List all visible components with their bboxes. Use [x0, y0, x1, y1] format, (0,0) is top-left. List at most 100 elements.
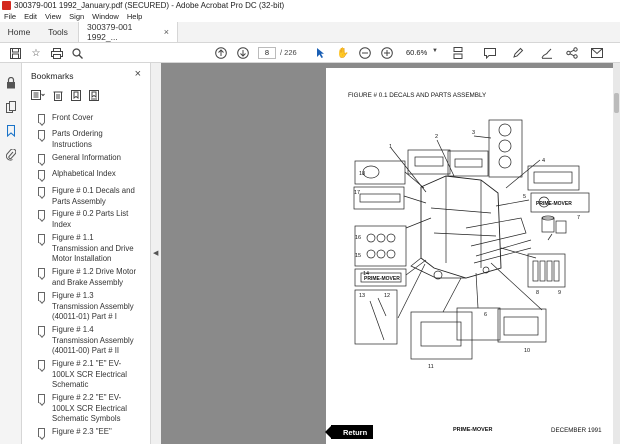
tab-tools[interactable]: Tools	[38, 22, 78, 42]
bookmark-label: Figure # 2.3 "EE"	[52, 427, 112, 436]
bookmark-star-icon[interactable]: ☆	[29, 46, 43, 60]
bookmark-label: Figure # 0.1 Decals and Parts Assembly	[52, 186, 135, 206]
callout-4: 4	[542, 158, 545, 164]
tab-document-label: 300379-001 1992_...	[87, 22, 133, 42]
document-viewer[interactable]: FIGURE # 0.1 DECALS AND PARTS ASSEMBLY 1…	[161, 63, 620, 444]
search-icon[interactable]	[70, 46, 84, 60]
bookmarks-panel-icon[interactable]	[5, 125, 17, 137]
tab-document[interactable]: 300379-001 1992_... ×	[78, 22, 178, 42]
bookmark-item[interactable]: Front Cover	[22, 113, 140, 129]
bookmark-label: Front Cover	[52, 113, 94, 122]
page-number-input[interactable]: 8	[258, 47, 276, 59]
next-page-icon[interactable]	[236, 46, 250, 60]
callout-5: 5	[523, 194, 526, 200]
bookmark-item[interactable]: Figure # 2.3 "EE"	[22, 427, 140, 439]
tab-home-label: Home	[7, 27, 31, 37]
bookmarks-title: Bookmarks	[31, 71, 74, 81]
bookmark-item[interactable]: Figure # 1.2 Drive Motor and Brake Assem…	[22, 267, 140, 291]
decal-brand-text: PRIME-MOVER	[536, 201, 572, 207]
scrollbar-thumb[interactable]	[614, 93, 619, 113]
zoom-level-select[interactable]: 60.6%	[402, 47, 436, 59]
share-icon[interactable]	[565, 46, 579, 60]
save-icon[interactable]	[8, 46, 22, 60]
bookmark-label: Alphabetical Index	[52, 169, 116, 178]
previous-page-icon[interactable]	[214, 46, 228, 60]
footer-brand: PRIME-MOVER	[453, 427, 493, 433]
footer-date: DECEMBER 1991	[551, 427, 602, 434]
bookmark-list: Front Cover Parts Ordering Instructions …	[22, 113, 140, 439]
bookmark-item[interactable]: Figure # 1.1 Transmission and Drive Moto…	[22, 233, 140, 267]
bookmark-label: Figure # 1.3 Transmission Assembly (4001…	[52, 291, 134, 321]
lock-icon[interactable]	[5, 77, 17, 89]
zoom-out-icon[interactable]	[358, 46, 372, 60]
bookmark-icon	[38, 210, 45, 219]
decal-brand-text-2: PRIME-MOVER	[364, 276, 400, 282]
bookmark-icon	[38, 154, 45, 163]
bookmark-item[interactable]: Figure # 1.3 Transmission Assembly (4001…	[22, 291, 140, 325]
page-thumbnails-icon[interactable]	[5, 101, 17, 113]
email-icon[interactable]	[590, 46, 604, 60]
menu-sign[interactable]: Sign	[69, 12, 84, 21]
comment-icon[interactable]	[483, 46, 497, 60]
bookmark-item[interactable]: General Information	[22, 153, 140, 169]
bookmarks-panel: Bookmarks × Front Cover Parts Ordering I…	[22, 63, 169, 444]
menu-window[interactable]: Window	[92, 12, 119, 21]
bookmark-label: Figure # 0.2 Parts List Index	[52, 209, 129, 229]
zoom-in-icon[interactable]	[380, 46, 394, 60]
close-panel-icon[interactable]: ×	[135, 68, 141, 80]
document-scrollbar[interactable]	[613, 63, 620, 444]
bookmark-icon	[38, 130, 45, 139]
bookmark-icon	[38, 268, 45, 277]
highlight-pen-icon[interactable]	[511, 46, 525, 60]
bookmark-icon	[38, 292, 45, 301]
collapse-arrow-icon[interactable]: ◀	[153, 249, 158, 257]
callout-16: 16	[355, 235, 361, 241]
tab-tools-label: Tools	[48, 27, 68, 37]
bookmark-item[interactable]: Figure # 2.2 "E" EV-100LX SCR Electrical…	[22, 393, 140, 427]
callout-10: 10	[524, 348, 530, 354]
bookmark-label: Figure # 1.4 Transmission Assembly (4001…	[52, 325, 134, 355]
callout-3: 3	[472, 130, 475, 136]
tab-bar: Home Tools 300379-001 1992_... ×	[0, 22, 620, 43]
bookmark-item[interactable]: Figure # 1.4 Transmission Assembly (4001…	[22, 325, 140, 359]
bookmark-label: Figure # 1.1 Transmission and Drive Moto…	[52, 233, 134, 263]
callout-17: 17	[354, 190, 360, 196]
menu-view[interactable]: View	[45, 12, 61, 21]
bookmark-label: Parts Ordering Instructions	[52, 129, 103, 149]
bookmark-options-icon[interactable]	[31, 90, 45, 102]
zoom-caret-icon[interactable]: ▼	[432, 48, 438, 54]
panel-collapse-handle[interactable]: ◀	[151, 63, 161, 444]
bookmark-item[interactable]: Figure # 0.2 Parts List Index	[22, 209, 140, 233]
attachments-icon[interactable]	[5, 149, 17, 161]
tab-home[interactable]: Home	[0, 22, 38, 42]
print-icon[interactable]	[50, 46, 64, 60]
bookmark-label: Figure # 2.1 "E" EV-100LX SCR Electrical…	[52, 359, 127, 389]
return-button[interactable]: Return	[325, 425, 373, 439]
bookmark-item[interactable]: Parts Ordering Instructions	[22, 129, 140, 153]
fill-sign-icon[interactable]	[540, 46, 554, 60]
bookmark-item[interactable]: Figure # 0.1 Decals and Parts Assembly	[22, 186, 140, 209]
delete-bookmark-icon[interactable]	[53, 90, 63, 103]
bookmark-item[interactable]: Figure # 2.1 "E" EV-100LX SCR Electrical…	[22, 359, 140, 393]
select-cursor-icon[interactable]	[313, 46, 327, 60]
bookmarks-toolbar	[31, 89, 99, 103]
callout-2: 2	[435, 134, 438, 140]
toolbar: ☆ 8 / 226 ✋ 60.6% ▼	[0, 43, 620, 63]
expand-bookmark-icon[interactable]	[89, 89, 99, 103]
callout-7: 7	[577, 215, 580, 221]
new-bookmark-icon[interactable]	[71, 89, 81, 103]
window-title: 300379-001 1992_January.pdf (SECURED) - …	[14, 1, 285, 10]
callout-15: 15	[355, 253, 361, 259]
navigation-rail	[0, 63, 22, 444]
menu-file[interactable]: File	[4, 12, 16, 21]
menu-help[interactable]: Help	[127, 12, 142, 21]
bookmark-icon	[38, 187, 45, 196]
bookmark-icon	[38, 114, 45, 123]
hand-tool-icon[interactable]: ✋	[336, 46, 350, 60]
bookmark-item[interactable]: Alphabetical Index	[22, 169, 140, 186]
bookmark-icon	[38, 360, 45, 369]
bookmark-icon	[38, 170, 45, 179]
close-tab-icon[interactable]: ×	[164, 27, 169, 37]
page-display-icon[interactable]	[451, 46, 465, 60]
menu-edit[interactable]: Edit	[24, 12, 37, 21]
